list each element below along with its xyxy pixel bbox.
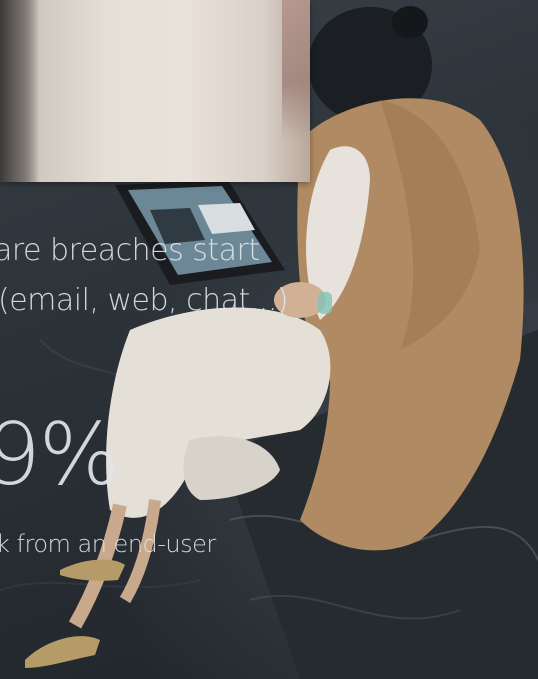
inset-photo-shadow <box>0 0 40 182</box>
headline-line-1: are breaches start <box>0 233 260 268</box>
hero-photo: are breaches start (email, web, chat...)… <box>0 0 538 679</box>
stat-caption: k from an end-user <box>0 530 216 558</box>
stat-number: 9% <box>0 405 120 505</box>
headline-line-2: (email, web, chat...) <box>0 283 289 318</box>
inset-photo-tint <box>282 0 310 140</box>
inset-photo <box>0 0 310 182</box>
